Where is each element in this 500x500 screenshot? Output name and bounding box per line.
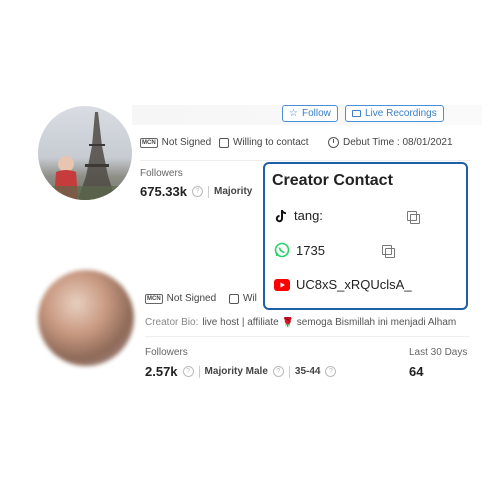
contact-status: Willing to contact (219, 137, 309, 148)
help-icon[interactable]: ? (182, 366, 194, 377)
followers-label: Followers (145, 347, 188, 358)
contact-status: Wil (229, 293, 257, 304)
creator-contact-popup: Creator Contact tang: 1735 UC8xS_xRQUcls… (263, 162, 468, 310)
last30-value: 64 (409, 364, 424, 379)
row-divider (145, 336, 470, 337)
popup-title: Creator Contact (272, 172, 393, 189)
audience-value: Majority (214, 186, 253, 197)
star-icon: ☆ (289, 108, 298, 119)
creator-bio: Creator Bio: live host | affiliate 🌹 sem… (145, 317, 457, 328)
whatsapp-icon (274, 242, 290, 258)
youtube-value: UC8xS_xRQUclsA_ (296, 277, 412, 292)
tiktok-contact: tang: (274, 208, 323, 223)
creator-avatar[interactable] (38, 106, 132, 200)
whatsapp-contact: 1735 (274, 242, 325, 258)
tiktok-icon (275, 209, 287, 222)
divider (198, 365, 200, 378)
followers-label: Followers (140, 168, 183, 179)
help-icon[interactable]: ? (192, 186, 203, 197)
followers-stat: 2.57k ? Majority Male ? 35-44 ? (145, 364, 337, 379)
divider (208, 185, 209, 198)
followers-value: 675.33k (140, 184, 187, 199)
creator-avatar[interactable] (38, 270, 134, 366)
divider (288, 365, 290, 378)
age-range-value: 35-44 (294, 366, 321, 377)
youtube-icon (274, 278, 290, 291)
copy-icon[interactable] (407, 211, 420, 224)
audience-value: Majority Male (204, 366, 268, 377)
help-icon[interactable]: ? (272, 366, 284, 377)
clock-icon (328, 137, 339, 148)
last30-label: Last 30 Days (409, 347, 468, 358)
contact-check-icon (219, 137, 229, 148)
live-recordings-button[interactable]: Live Recordings (345, 105, 444, 122)
mcn-icon: MCN (140, 137, 158, 148)
copy-icon[interactable] (382, 245, 395, 258)
mcn-status: MCN Not Signed (140, 137, 212, 148)
contact-check-icon (229, 293, 239, 304)
debut-time: Debut Time : 08/01/2021 (328, 137, 453, 148)
mcn-icon: MCN (145, 293, 163, 304)
followers-value: 2.57k (145, 364, 178, 379)
tiktok-value: tang: (294, 208, 323, 223)
whatsapp-value: 1735 (296, 242, 325, 258)
youtube-contact: UC8xS_xRQUclsA_ (274, 277, 412, 292)
help-icon[interactable]: ? (325, 366, 337, 377)
followers-stat: 675.33k ? Majority (140, 184, 252, 199)
video-icon (352, 110, 361, 117)
mcn-status: MCN Not Signed (145, 293, 217, 304)
follow-button[interactable]: ☆ Follow (282, 105, 338, 122)
row-divider (140, 160, 470, 161)
eiffel-photo (38, 112, 132, 200)
